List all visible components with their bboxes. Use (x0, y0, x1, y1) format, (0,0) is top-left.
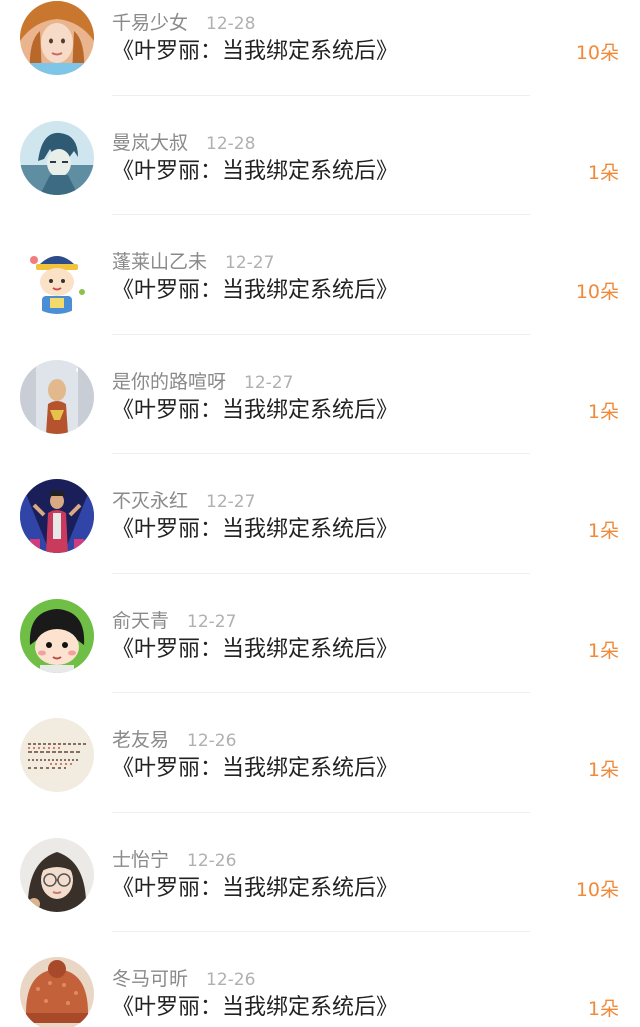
anime-boy-avatar-icon[interactable] (20, 120, 94, 195)
gift-count: 1朵 (587, 639, 619, 662)
book-title[interactable]: 《叶罗丽：当我绑定系统后》 (112, 277, 398, 305)
item-meta: 老友易 12-26 (112, 728, 236, 752)
cartoon-character-avatar-icon[interactable] (20, 240, 94, 314)
gift-record-page: 千易少女 12-28 《叶罗丽：当我绑定系统后》 10朵 曼岚大叔 12-28 … (0, 0, 640, 1027)
gift-count: 1朵 (587, 161, 619, 184)
list-item[interactable]: 俞天青 12-27 《叶罗丽：当我绑定系统后》 1朵 (0, 574, 640, 693)
item-meta: 冬马可昕 12-26 (112, 967, 255, 991)
list-item[interactable]: 蓬莱山乙未 12-27 《叶罗丽：当我绑定系统后》 10朵 (0, 215, 640, 335)
gift-count: 10朵 (575, 42, 619, 64)
user-name[interactable]: 不灭永红 (112, 490, 188, 512)
gift-count: 10朵 (575, 281, 619, 303)
list-item[interactable]: 士怡宁 12-26 《叶罗丽：当我绑定系统后》 10朵 (0, 813, 640, 932)
date: 12-26 (206, 970, 256, 990)
item-meta: 是你的路喧呀 12-27 (112, 370, 293, 394)
list-item[interactable]: 冬马可昕 12-26 《叶罗丽：当我绑定系统后》 1朵 (0, 932, 640, 1027)
gift-count: 1朵 (587, 759, 619, 781)
stage-performer-avatar-icon[interactable] (20, 479, 94, 553)
date: 12-28 (206, 14, 256, 34)
item-meta: 蓬莱山乙未 12-27 (112, 250, 274, 274)
item-meta: 千易少女 12-28 (112, 11, 255, 35)
book-title[interactable]: 《叶罗丽：当我绑定系统后》 (112, 397, 398, 425)
date: 12-27 (244, 372, 294, 393)
girl-avatar-icon[interactable] (20, 1, 94, 75)
user-name[interactable]: 俞天青 (112, 610, 169, 632)
book-title[interactable]: 《叶罗丽：当我绑定系统后》 (112, 875, 398, 903)
gift-list: 千易少女 12-28 《叶罗丽：当我绑定系统后》 10朵 曼岚大叔 12-28 … (0, 0, 640, 1027)
gift-count: 10朵 (575, 878, 619, 901)
item-meta: 俞天青 12-27 (112, 609, 236, 633)
book-title[interactable]: 《叶罗丽：当我绑定系统后》 (112, 516, 398, 544)
user-name[interactable]: 老友易 (112, 729, 169, 751)
user-name[interactable]: 是你的路喧呀 (112, 371, 226, 393)
item-meta: 士怡宁 12-26 (112, 848, 236, 872)
date: 12-26 (187, 731, 237, 751)
book-title[interactable]: 《叶罗丽：当我绑定系统后》 (112, 636, 398, 664)
item-meta: 不灭永红 12-27 (112, 489, 255, 513)
gift-count: 1朵 (587, 998, 619, 1020)
handwriting-avatar-icon[interactable] (20, 718, 94, 792)
list-item[interactable]: 是你的路喧呀 12-27 《叶罗丽：当我绑定系统后》 1朵 (0, 335, 640, 454)
list-item[interactable]: 不灭永红 12-27 《叶罗丽：当我绑定系统后》 1朵 (0, 454, 640, 574)
book-title[interactable]: 《叶罗丽：当我绑定系统后》 (112, 994, 398, 1022)
user-name[interactable]: 冬马可昕 (112, 968, 188, 990)
list-item[interactable]: 千易少女 12-28 《叶罗丽：当我绑定系统后》 10朵 (0, 0, 640, 96)
list-item[interactable]: 曼岚大叔 12-28 《叶罗丽：当我绑定系统后》 1朵 (0, 96, 640, 215)
user-name[interactable]: 曼岚大叔 (112, 132, 188, 154)
gift-count: 1朵 (587, 400, 619, 423)
snowy-figure-avatar-icon[interactable] (20, 359, 94, 434)
list-item[interactable]: 老友易 12-26 《叶罗丽：当我绑定系统后》 1朵 (0, 693, 640, 813)
book-title[interactable]: 《叶罗丽：当我绑定系统后》 (112, 755, 398, 783)
book-title[interactable]: 《叶罗丽：当我绑定系统后》 (112, 158, 398, 186)
cartoon-girl-avatar-icon[interactable] (20, 598, 94, 673)
glasses-girl-avatar-icon[interactable] (20, 837, 94, 912)
date: 12-27 (187, 611, 237, 632)
user-name[interactable]: 蓬莱山乙未 (112, 251, 207, 273)
date: 12-28 (206, 133, 256, 154)
date: 12-27 (225, 253, 275, 273)
date: 12-27 (206, 492, 256, 512)
gift-count: 1朵 (587, 520, 619, 542)
user-name[interactable]: 士怡宁 (112, 849, 169, 871)
knit-hat-avatar-icon[interactable] (20, 957, 94, 1027)
book-title[interactable]: 《叶罗丽：当我绑定系统后》 (112, 38, 398, 66)
date: 12-26 (187, 850, 237, 871)
user-name[interactable]: 千易少女 (112, 12, 188, 34)
item-meta: 曼岚大叔 12-28 (112, 131, 255, 155)
